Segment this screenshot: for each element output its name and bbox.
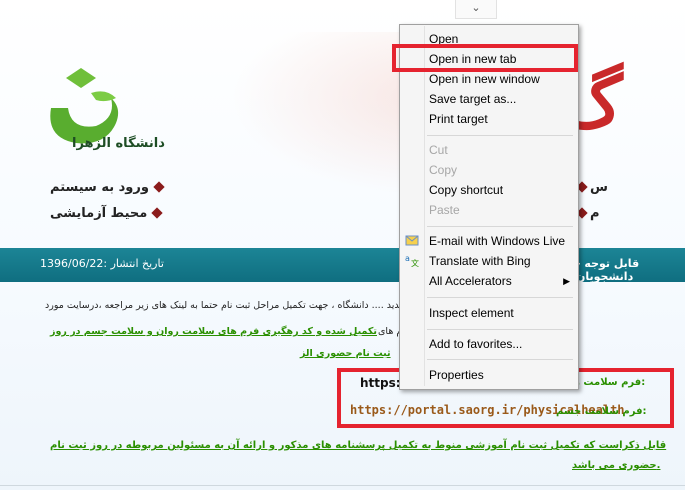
university-logo-text: دانشگاه الزهرا [72,136,165,151]
news-date: تاریخ انتشار :1396/06/22 [40,257,164,270]
menu-item-email-with-windows-live[interactable]: E-mail with Windows Live [400,231,578,251]
menu-item-paste: Paste [429,203,460,217]
menu-item-email-label: E-mail with Windows Live [429,234,566,248]
menu-item-add-to-favorites[interactable]: Add to favorites... [400,334,578,354]
body-line-3-link[interactable]: ثبت نام حضوری الز [300,348,391,359]
menu-separator [427,135,573,136]
menu-item-save-target-as[interactable]: Save target as... [400,89,578,109]
translate-icon: a文 [404,253,420,269]
bottom-note-line-2: حضوری می باشد. [572,460,661,471]
email-icon [404,233,420,249]
menu-item-cut: Cut [429,143,448,157]
test-environment-label: محیط آزمایشی [50,206,148,221]
open-in-new-tab-highlight-box [392,44,578,72]
web-page: ⌄ گ دانشگاه الزهرا ورود به سیستم محیط آز… [0,0,685,490]
menu-item-print-target[interactable]: Print target [400,109,578,129]
menu-item-properties[interactable]: Properties [400,365,578,385]
menu-separator [427,226,573,227]
svg-text:文: 文 [411,258,419,267]
right-nav-item-2-label: م [590,206,600,221]
menu-item-copy: Copy [429,163,458,177]
svg-text:a: a [405,254,410,263]
news-title: - قابل توجه دانشجویان [576,257,640,283]
right-nav-item-1[interactable]: س [576,180,608,195]
test-environment-link[interactable]: محیط آزمایشی [50,206,163,221]
menu-item-open-in-new-window[interactable]: Open in new window [400,69,578,89]
bottom-note-line-1: قابل ذکراست که تکمیل ثبت نام آموزشی منوط… [50,440,667,451]
menu-item-all-accelerators[interactable]: All Accelerators ▶ [400,271,578,291]
context-menu: Open Open in new tab Open in new window … [399,24,579,390]
submenu-arrow-icon: ▶ [563,276,570,286]
right-nav-item-1-label: س [590,180,608,195]
menu-item-copy-shortcut[interactable]: Copy shortcut [400,180,578,200]
collapse-tab-icon[interactable]: ⌄ [455,0,497,19]
menu-item-inspect-element[interactable]: Inspect element [400,303,578,323]
menu-separator [427,359,573,360]
menu-item-accelerators-label: All Accelerators [429,274,512,288]
login-link-label: ورود به سیستم [50,180,149,195]
bullet-icon [153,181,165,193]
body-line-2-link[interactable]: تکمیل شده و کد رهگیری فرم های سلامت روان… [50,326,377,337]
menu-item-translate-label: Translate with Bing [429,254,531,268]
menu-separator [427,297,573,298]
login-link[interactable]: ورود به سیستم [50,180,165,195]
footer-divider [0,485,685,486]
right-nav-item-2[interactable]: م [576,206,600,221]
menu-item-translate-with-bing[interactable]: a文 Translate with Bing [400,251,578,271]
menu-separator [427,329,573,330]
bullet-icon [151,207,163,219]
